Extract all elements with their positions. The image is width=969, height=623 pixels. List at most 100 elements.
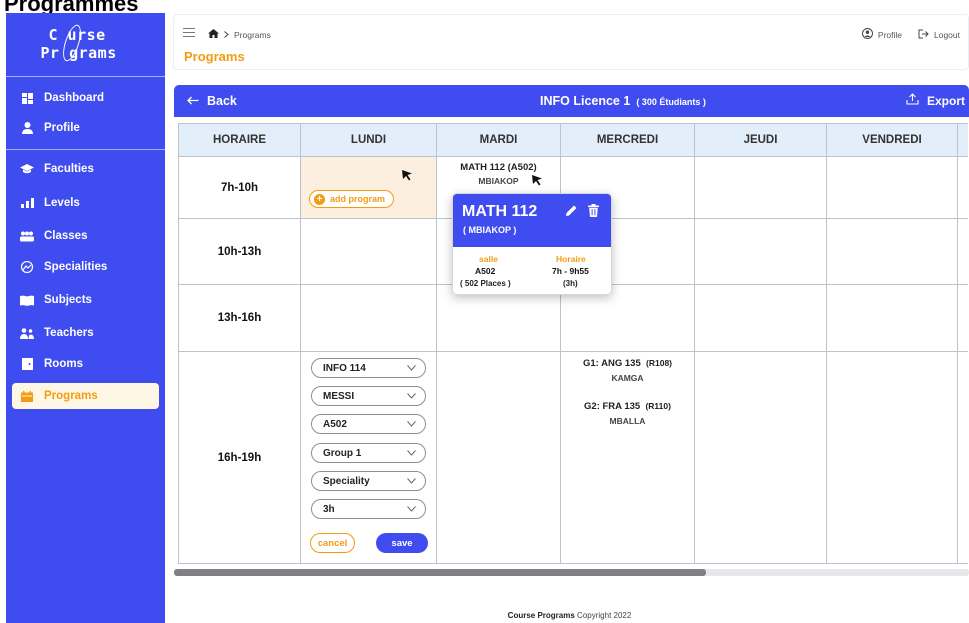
logout-link[interactable]: Logout xyxy=(918,29,960,41)
back-label: Back xyxy=(207,94,237,108)
horizontal-scrollbar[interactable] xyxy=(174,569,969,576)
timetable-grid: HORAIRE LUNDI MARDI MERCREDI JEUDI VENDR… xyxy=(178,123,968,564)
footer: Course Programs Copyright 2022 xyxy=(170,611,969,620)
sidebar-item-label: Classes xyxy=(44,230,88,242)
arrow-left-icon xyxy=(187,94,199,108)
sidebar-item-label: Rooms xyxy=(44,358,83,370)
chevron-right-icon xyxy=(224,30,229,40)
timeslot-cell[interactable] xyxy=(826,218,958,285)
add-program-button[interactable]: + add program xyxy=(309,190,395,208)
salle-value: A502 xyxy=(475,266,496,276)
subject-select[interactable]: INFO 114 xyxy=(311,358,426,378)
scrollbar-thumb[interactable] xyxy=(174,569,706,576)
back-button[interactable]: Back xyxy=(187,94,237,108)
plus-circle-icon: + xyxy=(314,193,325,205)
timeslot-cell[interactable] xyxy=(694,156,827,219)
bar-chart-icon xyxy=(20,198,34,208)
group-select[interactable]: Group 1 xyxy=(311,443,426,463)
horaire-label: Horaire xyxy=(556,254,586,264)
timetable-board: Back INFO Licence 1 ( 300 Étudiants ) Exp… xyxy=(174,85,969,577)
program-form-cell: INFO 114 MESSI A502 Group 1 Speciality 3… xyxy=(300,351,437,564)
speciality-icon xyxy=(20,261,34,273)
account-circle-icon xyxy=(861,28,873,41)
course-code[interactable]: MATH 112 (A502) xyxy=(437,162,560,173)
trash-icon[interactable] xyxy=(588,204,599,222)
breadcrumb-item[interactable]: Programs xyxy=(234,30,271,40)
table-row: 16h-19h INFO 114 MESSI A502 Group 1 Spec… xyxy=(178,351,968,564)
door-icon xyxy=(20,358,34,370)
select-value: Group 1 xyxy=(323,447,362,459)
sidebar-item-faculties[interactable]: Faculties xyxy=(6,156,165,182)
timeslot-cell[interactable] xyxy=(694,284,827,352)
timeslot-cell[interactable] xyxy=(300,218,437,285)
pencil-icon[interactable] xyxy=(565,204,578,222)
timeslot-cell[interactable] xyxy=(300,284,437,352)
column-header-jeudi: JEUDI xyxy=(694,123,827,157)
course-teacher: MBALLA xyxy=(609,416,646,426)
export-label: Export xyxy=(926,93,965,108)
profile-link[interactable]: Profile xyxy=(861,28,902,41)
column-header-mardi: MARDI xyxy=(436,123,561,157)
select-value: INFO 114 xyxy=(323,362,366,374)
cursor-icon xyxy=(402,170,412,181)
column-header-horaire: HORAIRE xyxy=(178,123,301,157)
sidebar-item-programs[interactable]: Programs xyxy=(12,383,159,409)
cursor-icon xyxy=(532,175,542,186)
group-course[interactable]: G2: FRA 135 (R110) xyxy=(561,401,694,412)
timeslot-cell[interactable] xyxy=(826,156,958,219)
topbar: Programs Programs Profile Logout xyxy=(173,14,969,70)
class-title: INFO Licence 1 ( 300 Étudiants ) xyxy=(540,94,706,108)
room-select[interactable]: A502 xyxy=(311,414,426,434)
cancel-button[interactable]: cancel xyxy=(310,533,355,553)
select-value: MESSI xyxy=(323,390,355,402)
timeslot-cell[interactable] xyxy=(694,218,827,285)
course-code: G2: FRA 135 xyxy=(584,401,641,412)
class-name: INFO Licence 1 xyxy=(540,94,631,108)
menu-icon[interactable] xyxy=(183,28,195,40)
timeslot-cell-selected[interactable]: + add program xyxy=(300,156,437,219)
sidebar-divider xyxy=(6,149,165,150)
timeslot-cell[interactable] xyxy=(826,351,958,564)
upload-icon xyxy=(906,93,919,108)
export-button[interactable]: Export xyxy=(906,93,965,108)
user-icon xyxy=(20,122,34,134)
add-program-label: add program xyxy=(330,194,386,204)
course-detail-popover: MATH 112 ( MBIAKOP ) salle A502 ( 502 Pl… xyxy=(452,193,612,295)
timeslot-cell xyxy=(957,218,968,285)
column-header-overflow xyxy=(957,123,968,157)
popover-title: MATH 112 xyxy=(462,203,538,220)
timeslot-cell xyxy=(957,284,968,352)
logo[interactable]: C urse Pr grams xyxy=(6,13,165,75)
popover-teacher: ( MBIAKOP ) xyxy=(463,225,517,235)
timeslot-cell[interactable] xyxy=(436,351,561,564)
sidebar-item-profile[interactable]: Profile xyxy=(6,115,165,141)
teacher-select[interactable]: MESSI xyxy=(311,386,426,406)
timeslot-cell[interactable] xyxy=(826,284,958,352)
horaire-duration: (3h) xyxy=(563,279,578,288)
hour-cell: 13h-16h xyxy=(178,284,301,352)
timeslot-cell xyxy=(957,351,968,564)
sidebar-item-specialities[interactable]: Specialities xyxy=(6,254,165,280)
save-button[interactable]: save xyxy=(376,533,428,553)
course-code: G1: ANG 135 xyxy=(583,358,641,369)
sidebar-item-dashboard[interactable]: Dashboard xyxy=(6,85,165,111)
footer-copyright: Copyright 2022 xyxy=(577,611,632,620)
sidebar-item-levels[interactable]: Levels xyxy=(6,190,165,216)
logout-icon xyxy=(918,29,929,41)
sidebar-item-classes[interactable]: Classes xyxy=(6,223,165,249)
group-course[interactable]: G1: ANG 135 (R108) xyxy=(561,358,694,369)
timeslot-cell[interactable] xyxy=(694,351,827,564)
book-icon xyxy=(20,295,34,306)
sidebar-item-label: Specialities xyxy=(44,261,108,273)
home-icon[interactable] xyxy=(208,29,219,40)
sidebar-item-teachers[interactable]: Teachers xyxy=(6,320,165,346)
duration-select[interactable]: 3h xyxy=(311,499,426,519)
speciality-select[interactable]: Speciality xyxy=(311,471,426,491)
sidebar-item-subjects[interactable]: Subjects xyxy=(6,287,165,313)
sidebar-item-rooms[interactable]: Rooms xyxy=(6,351,165,377)
sidebar-item-label: Levels xyxy=(44,197,80,209)
room-code: (R108) xyxy=(646,358,672,368)
timeslot-cell[interactable]: G1: ANG 135 (R108) KAMGA G2: FRA 135 (R1… xyxy=(560,351,695,564)
chevron-down-icon xyxy=(407,506,416,512)
dashboard-icon xyxy=(20,92,34,104)
